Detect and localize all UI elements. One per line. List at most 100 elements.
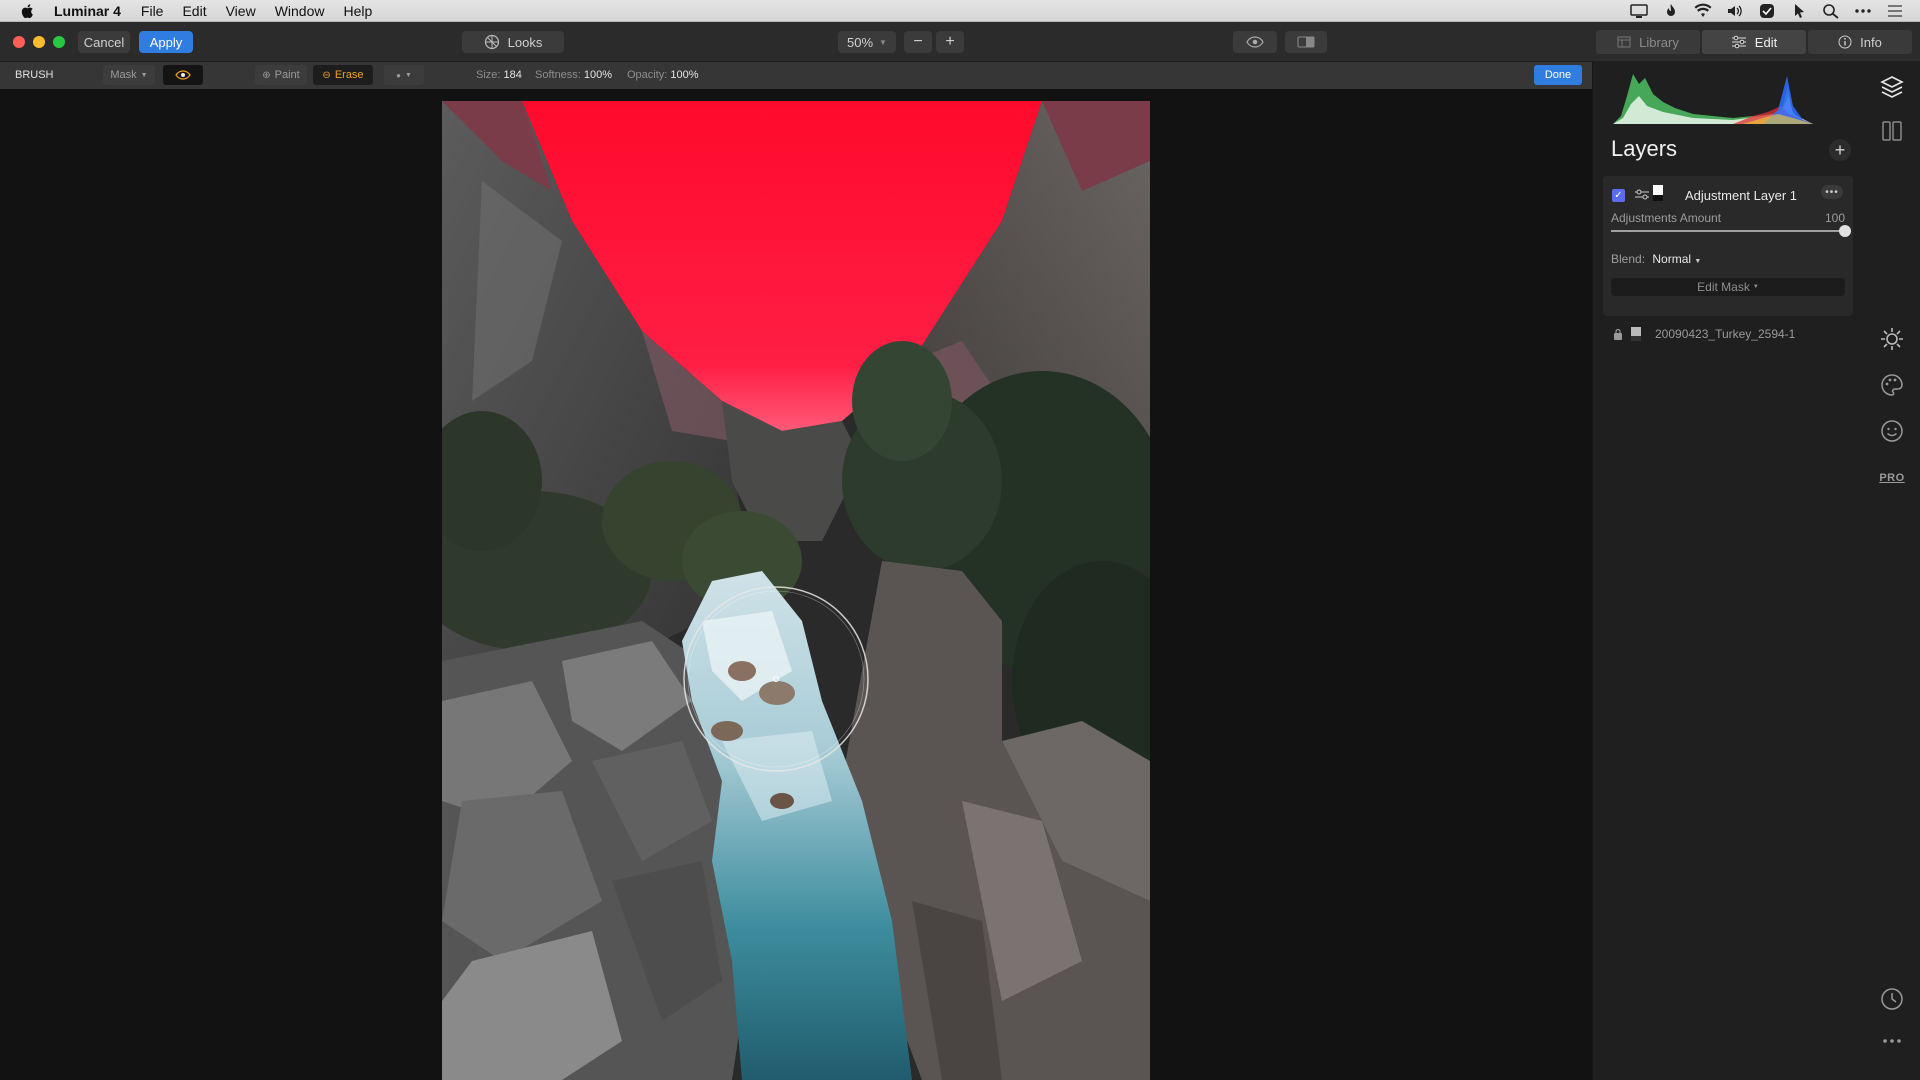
brush-shape-dropdown[interactable]: ● ▼	[384, 65, 424, 85]
menu-file[interactable]: File	[141, 3, 164, 19]
tab-library-label: Library	[1639, 34, 1679, 50]
library-icon	[1617, 36, 1631, 48]
show-mask-toggle[interactable]	[163, 65, 203, 85]
tab-edit-label: Edit	[1754, 34, 1778, 50]
display-icon[interactable]	[1630, 3, 1648, 19]
apple-icon[interactable]	[20, 3, 36, 19]
add-layer-button[interactable]: +	[1829, 139, 1851, 161]
control-center-icon[interactable]	[1854, 3, 1872, 19]
more-icon[interactable]	[1879, 1028, 1905, 1054]
base-image-layer[interactable]: 20090423_Turkey_2594-1	[1613, 324, 1795, 344]
layer-mask-thumbnail[interactable]	[1653, 185, 1663, 201]
image-canvas[interactable]	[0, 89, 1592, 1080]
blend-mode-select[interactable]: Blend: Normal ▼	[1611, 252, 1701, 266]
cursor-icon[interactable]	[1790, 3, 1808, 19]
info-icon	[1838, 35, 1852, 49]
zoom-select[interactable]: 50% ▼	[838, 31, 896, 53]
canvas-icon[interactable]	[1879, 118, 1905, 144]
slider-handle[interactable]	[1839, 225, 1851, 237]
layers-icon[interactable]	[1879, 74, 1905, 100]
adjustments-amount-value: 100	[1824, 211, 1845, 225]
edit-mask-label: Edit Mask	[1697, 280, 1750, 294]
palette-icon[interactable]	[1879, 372, 1905, 398]
window-zoom-button[interactable]	[53, 36, 65, 48]
menu-bar: Luminar 4 File Edit View Window Help	[0, 0, 1920, 22]
face-icon[interactable]	[1879, 418, 1905, 444]
wifi-icon[interactable]	[1694, 3, 1712, 19]
menu-edit[interactable]: Edit	[182, 3, 206, 19]
chevron-down-icon: ▼	[879, 37, 887, 47]
layer-name[interactable]: Adjustment Layer 1	[1685, 188, 1797, 203]
window-minimize-button[interactable]	[33, 36, 45, 48]
cancel-button[interactable]: Cancel	[78, 31, 130, 53]
opacity-value: 100%	[670, 69, 699, 81]
sliders-icon	[1731, 35, 1746, 49]
chevron-down-icon: ▼	[404, 71, 412, 79]
checkmark-app-icon[interactable]	[1758, 3, 1776, 19]
chevron-down-icon: ▼	[1694, 258, 1702, 265]
adjustment-layer-card[interactable]: ✓ Adjustment Layer 1 ••• Adjustments Amo…	[1603, 176, 1853, 316]
photo-canyon-river[interactable]	[442, 101, 1150, 1080]
photo-image	[442, 101, 1150, 1080]
looks-button[interactable]: Looks	[462, 31, 564, 53]
layer-more-button[interactable]: •••	[1821, 185, 1843, 199]
split-view-icon	[1297, 36, 1315, 48]
brush-size-control[interactable]: Size: 184	[476, 69, 522, 81]
adjustment-layer-icon	[1635, 189, 1649, 200]
volume-icon[interactable]	[1726, 3, 1744, 19]
zoom-in-button[interactable]: +	[936, 31, 964, 53]
slider-fill	[1611, 230, 1845, 232]
eye-icon	[1246, 36, 1264, 48]
adjustments-amount-slider[interactable]	[1611, 225, 1851, 237]
app-toolbar: Cancel Apply Looks 50% ▼ − + Library Edi…	[0, 22, 1920, 62]
erase-label: Erase	[334, 69, 364, 81]
menu-help[interactable]: Help	[343, 3, 372, 19]
adjustments-amount-label: Adjustments Amount	[1611, 211, 1722, 225]
ellipsis-icon: •••	[1825, 186, 1839, 198]
brush-options-bar: BRUSH Mask ▼ ⊕ Paint ⊖ Erase ● ▼ Size: 1…	[0, 62, 1592, 89]
softness-label: Softness:	[535, 69, 581, 81]
minus-icon: −	[913, 33, 923, 50]
tab-info-label: Info	[1860, 34, 1882, 50]
window-close-button[interactable]	[13, 36, 25, 48]
app-name[interactable]: Luminar 4	[54, 3, 121, 19]
mask-dropdown[interactable]: Mask ▼	[103, 65, 155, 85]
brush-dot-icon: ●	[396, 70, 401, 80]
opacity-label: Opacity:	[627, 69, 668, 81]
tab-info[interactable]: Info	[1808, 30, 1912, 54]
looks-icon	[484, 34, 499, 50]
layers-panel: Layers + ✓ Adjustment Layer 1 ••• Adjust…	[1592, 62, 1864, 1080]
brush-softness-control[interactable]: Softness: 100%	[535, 69, 612, 81]
minus-circle-icon: ⊖	[322, 69, 331, 81]
status-menu-area	[1630, 0, 1904, 22]
edit-mask-button[interactable]: Edit Mask ▼	[1611, 278, 1845, 296]
tab-edit[interactable]: Edit	[1702, 30, 1806, 54]
layers-title: Layers	[1611, 136, 1678, 161]
paint-mode-button[interactable]: ⊕ Paint	[255, 65, 307, 85]
brush-opacity-control[interactable]: Opacity: 100%	[627, 69, 699, 81]
base-layer-thumbnail	[1631, 327, 1641, 341]
zoom-value: 50%	[847, 34, 874, 50]
tab-library[interactable]: Library	[1596, 30, 1700, 54]
lock-icon	[1614, 328, 1622, 340]
blend-label: Blend:	[1611, 252, 1646, 266]
module-tabs: Library Edit Info	[1596, 30, 1912, 54]
histogram	[1613, 74, 1813, 124]
layer-visibility-checkbox[interactable]: ✓	[1612, 189, 1625, 202]
search-icon[interactable]	[1822, 3, 1840, 19]
menu-window[interactable]: Window	[275, 3, 325, 19]
sun-icon[interactable]	[1879, 326, 1905, 352]
flame-icon[interactable]	[1662, 3, 1680, 19]
zoom-out-button[interactable]: −	[904, 31, 932, 53]
apply-button[interactable]: Apply	[139, 31, 193, 53]
preview-toggle-button[interactable]	[1233, 31, 1277, 53]
done-button[interactable]: Done	[1534, 65, 1582, 85]
looks-label: Looks	[507, 34, 543, 50]
pro-badge[interactable]: PRO	[1879, 470, 1905, 486]
history-icon[interactable]	[1879, 986, 1905, 1012]
brush-title: BRUSH	[15, 69, 54, 81]
compare-button[interactable]	[1285, 31, 1327, 53]
notification-list-icon[interactable]	[1886, 3, 1904, 19]
menu-view[interactable]: View	[226, 3, 256, 19]
erase-mode-button[interactable]: ⊖ Erase	[313, 65, 373, 85]
